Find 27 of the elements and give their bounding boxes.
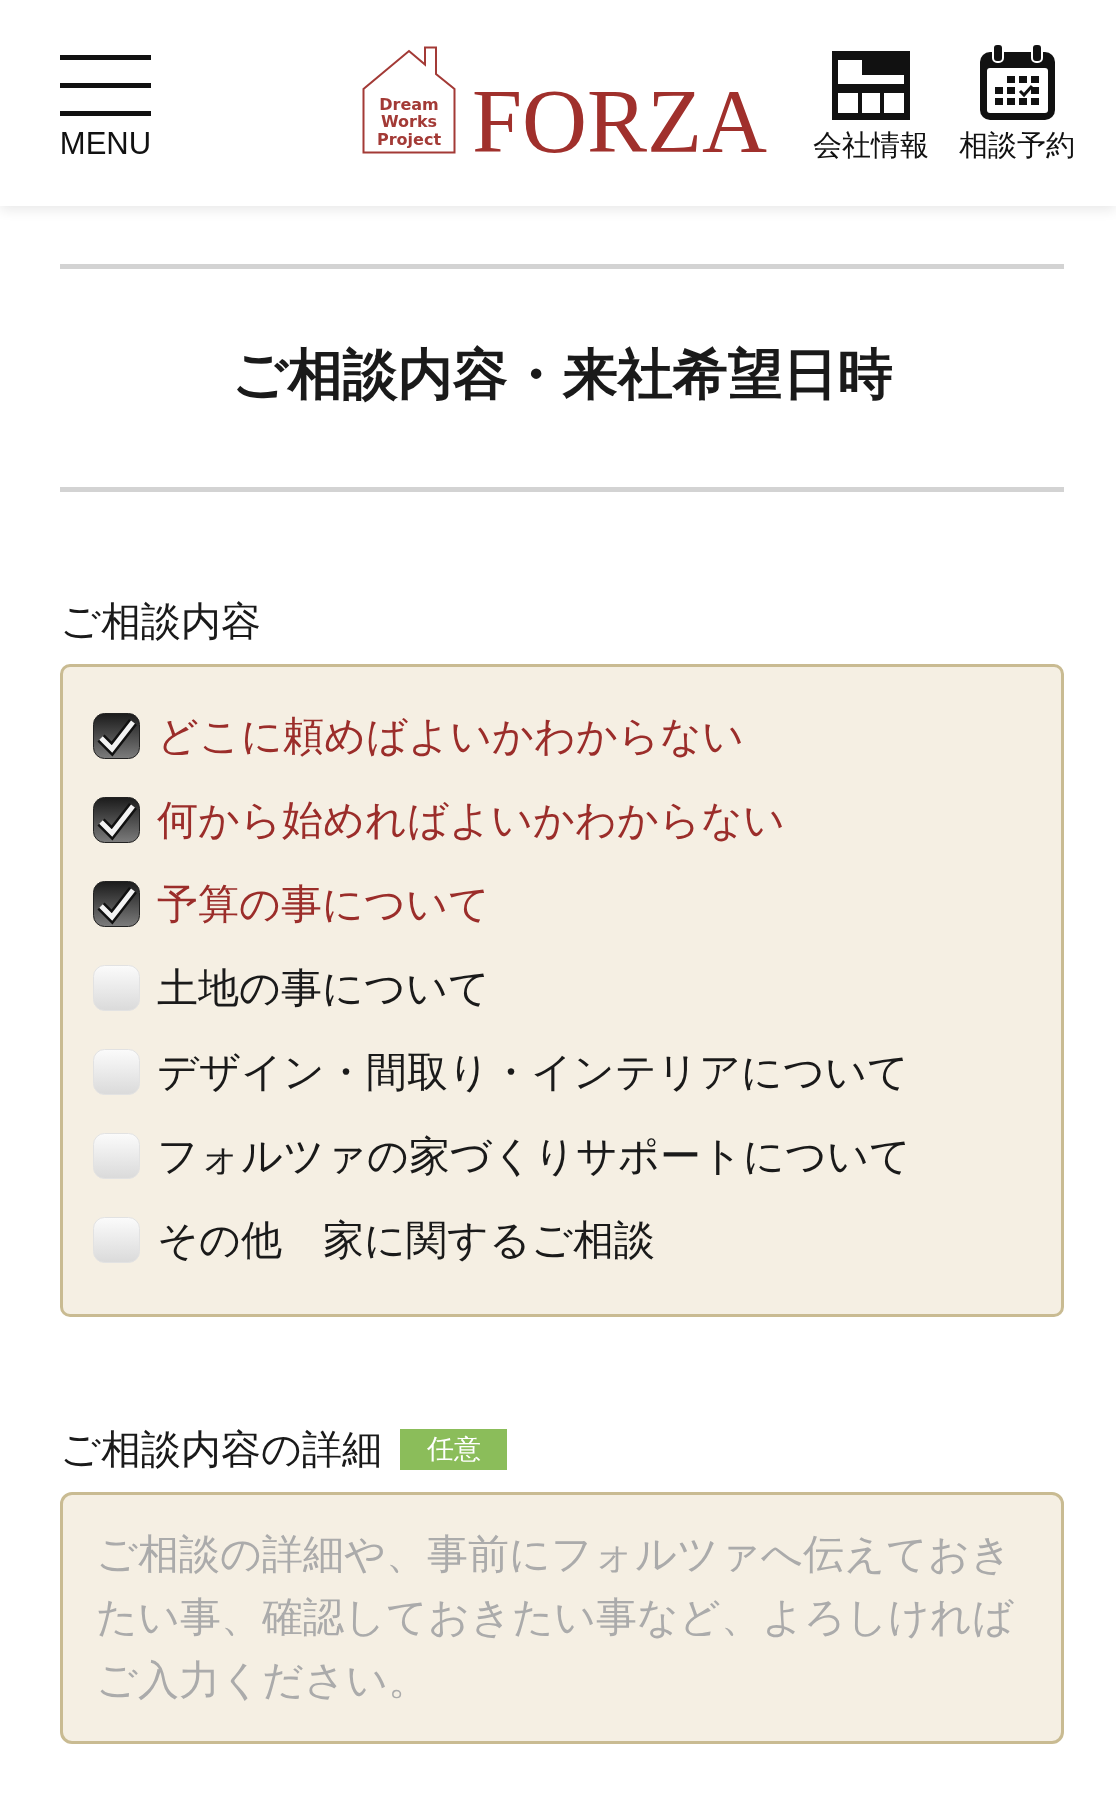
logo-link[interactable]: Dream Works Project FORZA bbox=[362, 46, 768, 167]
details-textarea[interactable]: ご相談の詳細や、事前にフォルツァへ伝えておきたい事、確認しておきたい事など、よろしければご入力ください。 bbox=[60, 1492, 1064, 1744]
option-label: どこに頼めばよいかわからない bbox=[157, 711, 744, 761]
option-label: その他 家に関するご相談 bbox=[157, 1215, 655, 1265]
nav-button[interactable]: 相談予約 bbox=[959, 44, 1076, 160]
house-icon bbox=[362, 46, 456, 154]
checkbox[interactable] bbox=[93, 881, 140, 927]
logo-text: Project bbox=[376, 130, 442, 148]
building-icon bbox=[832, 51, 911, 120]
nav-button[interactable]: 会社情報 bbox=[813, 44, 930, 160]
logo-text: Works bbox=[380, 113, 438, 131]
calendar-icon bbox=[979, 44, 1055, 120]
optional-badge: 任意 bbox=[400, 1428, 507, 1470]
field-label: ご相談内容の詳細 bbox=[60, 1425, 382, 1473]
option-label: 予算の事について bbox=[157, 879, 490, 929]
checkbox[interactable] bbox=[93, 713, 140, 759]
option-label: デザイン・間取り・インテリアについて bbox=[157, 1047, 909, 1097]
field-label: ご相談内容 bbox=[60, 597, 262, 645]
option-label: フォルツァの家づくりサポートについて bbox=[157, 1131, 911, 1181]
logo-wordmark: FORZA bbox=[472, 77, 768, 167]
menu-button[interactable]: MENU bbox=[60, 55, 151, 159]
menu-icon bbox=[60, 55, 151, 117]
option-label: 何から始めればよいかわからない bbox=[157, 795, 785, 845]
checkbox[interactable] bbox=[93, 797, 140, 843]
logo-text: Dream bbox=[379, 95, 439, 113]
page-title: ご相談内容・来社希望日時 bbox=[230, 340, 894, 408]
option-label: 土地の事について bbox=[157, 963, 490, 1013]
